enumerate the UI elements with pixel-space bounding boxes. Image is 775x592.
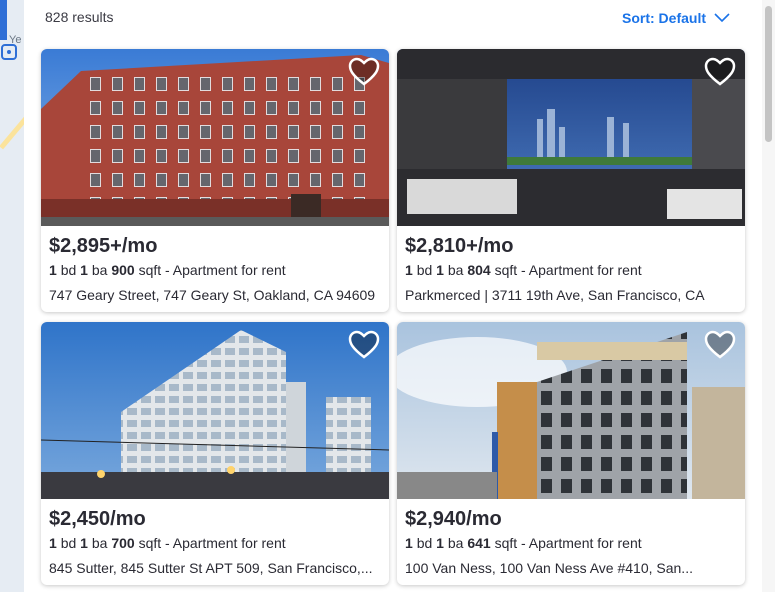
results-count: 828 results bbox=[45, 9, 114, 25]
baths-value: 1 bbox=[436, 262, 444, 278]
listing-address: 845 Sutter, 845 Sutter St APT 509, San F… bbox=[49, 560, 373, 576]
map-edge[interactable]: Ye bbox=[0, 0, 25, 592]
beds-unit: bd bbox=[416, 262, 433, 278]
listing-specs: 1 bd 1 ba 641 sqft - Apartment for rent bbox=[405, 535, 642, 551]
listing-card[interactable]: $2,940/mo 1 bd 1 ba 641 sqft - Apartment… bbox=[397, 322, 745, 585]
beds-value: 1 bbox=[405, 262, 413, 278]
listing-price: $2,450/mo bbox=[49, 508, 146, 530]
beds-unit: bd bbox=[60, 262, 77, 278]
favorite-heart-icon[interactable] bbox=[704, 330, 736, 360]
beds-value: 1 bbox=[405, 535, 413, 551]
chevron-down-icon bbox=[714, 13, 730, 23]
baths-unit: ba bbox=[447, 535, 464, 551]
favorite-heart-icon[interactable] bbox=[704, 57, 736, 87]
sqft-value: 641 bbox=[467, 535, 491, 551]
listing-type: - Apartment for rent bbox=[521, 535, 642, 551]
listing-specs: 1 bd 1 ba 700 sqft - Apartment for rent bbox=[49, 535, 286, 551]
beds-value: 1 bbox=[49, 535, 57, 551]
listing-type: - Apartment for rent bbox=[165, 535, 286, 551]
listing-type: - Apartment for rent bbox=[165, 262, 286, 278]
scrollbar[interactable] bbox=[762, 0, 775, 592]
listing-photo[interactable] bbox=[397, 322, 745, 499]
favorite-heart-icon[interactable] bbox=[348, 57, 380, 87]
map-marker-edge bbox=[0, 0, 7, 40]
listing-photo[interactable] bbox=[41, 49, 389, 226]
listing-address: 747 Geary Street, 747 Geary St, Oakland,… bbox=[49, 287, 376, 303]
listing-photo[interactable] bbox=[41, 322, 389, 499]
listing-price: $2,810+/mo bbox=[405, 235, 514, 257]
sqft-value: 700 bbox=[111, 535, 135, 551]
baths-unit: ba bbox=[91, 535, 108, 551]
listing-address: Parkmerced | 3711 19th Ave, San Francisc… bbox=[405, 287, 705, 303]
beds-unit: bd bbox=[416, 535, 433, 551]
listing-photo[interactable] bbox=[397, 49, 745, 226]
favorite-heart-icon[interactable] bbox=[348, 330, 380, 360]
sqft-value: 900 bbox=[111, 262, 135, 278]
baths-value: 1 bbox=[80, 535, 88, 551]
listing-card[interactable]: $2,810+/mo 1 bd 1 ba 804 sqft - Apartmen… bbox=[397, 49, 745, 312]
listing-card[interactable]: $2,450/mo 1 bd 1 ba 700 sqft - Apartment… bbox=[41, 322, 389, 585]
beds-unit: bd bbox=[60, 535, 77, 551]
listing-card[interactable]: $2,895+/mo 1 bd 1 ba 900 sqft - Apartmen… bbox=[41, 49, 389, 312]
sqft-unit: sqft bbox=[138, 535, 162, 551]
listing-price: $2,940/mo bbox=[405, 508, 502, 530]
baths-value: 1 bbox=[80, 262, 88, 278]
sqft-unit: sqft bbox=[494, 535, 518, 551]
sqft-value: 804 bbox=[467, 262, 491, 278]
listing-specs: 1 bd 1 ba 804 sqft - Apartment for rent bbox=[405, 262, 642, 278]
locate-icon[interactable] bbox=[1, 44, 17, 60]
listing-address: 100 Van Ness, 100 Van Ness Ave #410, San… bbox=[405, 560, 693, 576]
sort-dropdown[interactable]: Sort: Default bbox=[622, 10, 730, 26]
results-panel: 828 results Sort: Default $2,895+/mo 1 b bbox=[24, 0, 762, 592]
listing-type: - Apartment for rent bbox=[521, 262, 642, 278]
sqft-unit: sqft bbox=[494, 262, 518, 278]
beds-value: 1 bbox=[49, 262, 57, 278]
listing-specs: 1 bd 1 ba 900 sqft - Apartment for rent bbox=[49, 262, 286, 278]
baths-value: 1 bbox=[436, 535, 444, 551]
listing-price: $2,895+/mo bbox=[49, 235, 158, 257]
map-road bbox=[0, 115, 24, 150]
sqft-unit: sqft bbox=[138, 262, 162, 278]
baths-unit: ba bbox=[447, 262, 464, 278]
sort-label: Sort: Default bbox=[622, 10, 706, 26]
scrollbar-thumb[interactable] bbox=[765, 6, 772, 142]
baths-unit: ba bbox=[91, 262, 108, 278]
